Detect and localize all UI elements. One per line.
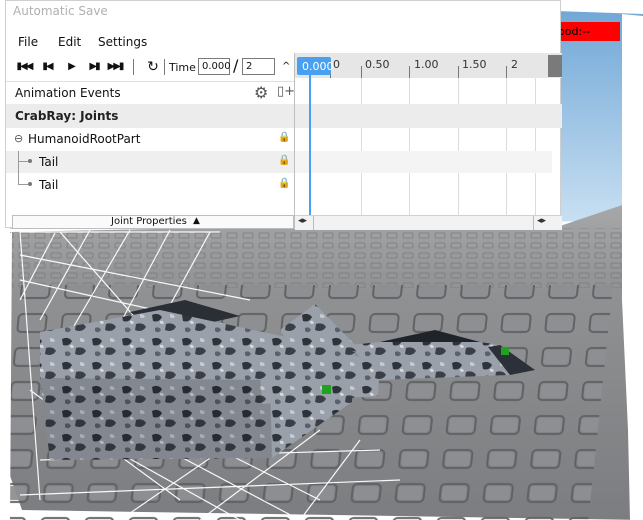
animation-length-input[interactable]: 2 bbox=[242, 58, 275, 75]
playhead[interactable] bbox=[309, 75, 311, 215]
menu-file[interactable]: File bbox=[18, 35, 38, 49]
scroll-right-icon[interactable]: ◂▸ bbox=[537, 216, 546, 226]
toolbar-divider bbox=[164, 59, 165, 75]
gridline bbox=[409, 78, 410, 215]
tick-mark bbox=[458, 66, 459, 78]
menu-settings[interactable]: Settings bbox=[98, 35, 147, 49]
skip-to-start-icon[interactable]: ▮◀◀ bbox=[14, 56, 34, 78]
playhead-time: 0.000 bbox=[302, 60, 334, 73]
gear-icon[interactable]: ⚙ bbox=[254, 83, 268, 102]
menu-bar: File Edit Settings bbox=[6, 31, 294, 53]
animation-editor-panel: Automatic Save File Edit Settings ▮◀◀ ▮◀… bbox=[5, 0, 562, 230]
menu-edit[interactable]: Edit bbox=[58, 35, 81, 49]
animation-events-label: Animation Events bbox=[15, 86, 121, 100]
gridline bbox=[458, 78, 459, 215]
tick-label: 1.50 bbox=[462, 58, 487, 71]
expand-up-icon: ▲ bbox=[193, 216, 200, 226]
joint-properties-toggle[interactable]: Joint Properties ▲ bbox=[12, 215, 294, 229]
tick-label: 1.00 bbox=[414, 58, 439, 71]
playhead-time-label[interactable]: 0.000 bbox=[297, 57, 334, 75]
gridline bbox=[361, 78, 362, 215]
gridline bbox=[535, 78, 536, 215]
joint-name: Tail bbox=[39, 155, 59, 169]
play-icon[interactable]: ▶ bbox=[61, 56, 81, 78]
tick-label: 0 bbox=[333, 58, 340, 71]
scroll-left-icon[interactable]: ◂▸ bbox=[298, 216, 307, 226]
lock-icon[interactable]: 🔒 bbox=[278, 155, 290, 166]
collapse-minus-icon[interactable]: ⊖ bbox=[14, 132, 23, 145]
add-keyframe-icon[interactable]: ▯+ bbox=[277, 84, 295, 99]
loop-icon[interactable]: ↻ bbox=[142, 56, 162, 78]
tick-mark bbox=[506, 66, 507, 78]
timeline[interactable]: 0 0.50 1.00 1.50 2 0.000 ◂▸ ◂▸ bbox=[294, 53, 562, 230]
tick-label: 0.50 bbox=[365, 58, 390, 71]
joint-properties-label: Joint Properties bbox=[111, 216, 187, 227]
current-time-input[interactable]: 0.000 bbox=[198, 58, 231, 75]
tree-row-tail[interactable]: Tail 🔒 bbox=[6, 151, 294, 173]
tick-label: 2 bbox=[511, 58, 518, 71]
rig-name: CrabRay: Joints bbox=[15, 109, 119, 123]
window-title: Automatic Save bbox=[13, 4, 108, 18]
tick-mark bbox=[409, 66, 410, 78]
playback-toolbar: ▮◀◀ ▮◀ ▶ ▶▮ ▶▶▮ ↻ Time 0.000 / 2 ^ bbox=[6, 56, 294, 78]
skip-to-end-icon[interactable]: ▶▶▮ bbox=[105, 56, 125, 78]
toolbar-divider bbox=[133, 59, 134, 75]
step-forward-icon[interactable]: ▶▮ bbox=[84, 56, 104, 78]
animation-events-row: Animation Events ⚙ ▯+ bbox=[6, 81, 295, 104]
status-badge: ood:-- bbox=[552, 22, 620, 41]
timeline-scroll-handle[interactable] bbox=[548, 55, 562, 77]
lock-icon[interactable]: 🔒 bbox=[278, 132, 290, 143]
tree-row-root[interactable]: ⊖ HumanoidRootPart 🔒 bbox=[6, 128, 294, 150]
collapse-chevron-icon[interactable]: ^ bbox=[282, 61, 290, 72]
time-separator: / bbox=[233, 56, 239, 75]
tree-connector bbox=[18, 162, 19, 185]
time-label: Time bbox=[169, 61, 196, 74]
tree-row-tail[interactable]: Tail 🔒 bbox=[6, 162, 294, 196]
step-back-icon[interactable]: ▮◀ bbox=[37, 56, 57, 78]
joint-name: Tail bbox=[39, 178, 59, 192]
joint-name: HumanoidRootPart bbox=[28, 132, 141, 146]
time-ruler[interactable]: 0 0.50 1.00 1.50 2 bbox=[295, 53, 562, 78]
lock-icon[interactable]: 🔒 bbox=[278, 178, 290, 189]
timeline-horizontal-scrollbar[interactable]: ◂▸ ◂▸ bbox=[295, 215, 562, 230]
tick-mark bbox=[361, 66, 362, 78]
gridline bbox=[506, 78, 507, 215]
